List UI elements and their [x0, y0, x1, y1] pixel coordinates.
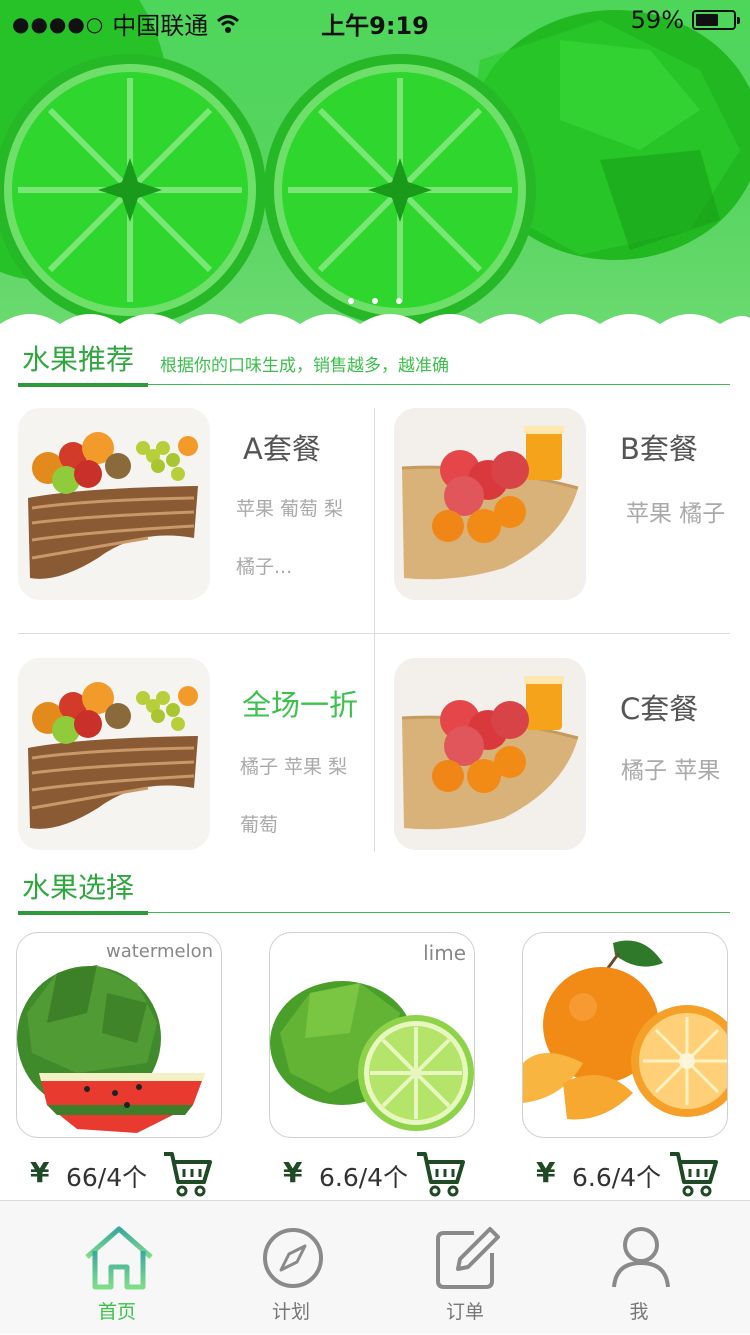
recommend-subtitle: 根据你的口味生成，销售越多，越准确 [160, 356, 449, 376]
status-bar: ●●●●○ 中国联通 上午9:19 59% [0, 0, 750, 40]
package-desc: 苹果 葡萄 梨 橘子... [236, 498, 344, 578]
price-row: ¥ 66/4个 [16, 1150, 222, 1198]
lime-banner-image [0, 0, 750, 326]
title-underline [18, 383, 148, 387]
pager-dot[interactable] [396, 298, 402, 304]
tab-bar: 首页 计划 订单 我 [0, 1200, 750, 1334]
price-row: ¥ 6.6/4个 [269, 1150, 475, 1198]
package-desc: 苹果 橘子 [626, 501, 726, 527]
select-title: 水果选择 [22, 871, 135, 904]
package-card-c[interactable]: C套餐 橘子 苹果 [375, 634, 731, 859]
scallop-divider [0, 314, 750, 330]
price-row: ¥ 6.6/4个 [522, 1150, 728, 1198]
fruit-bowl-image [18, 658, 210, 850]
lime-image[interactable]: lime [269, 932, 475, 1138]
orange-image[interactable] [522, 932, 728, 1138]
recommend-grid: A套餐 苹果 葡萄 梨 橘子... B套餐 苹果 橘子 全场一折 橘子 苹果 梨… [18, 408, 730, 852]
tab-label: 计划 [271, 1301, 310, 1323]
tab-orders[interactable]: 订单 [390, 1201, 540, 1335]
recommend-header: 水果推荐 根据你的口味生成，销售越多，越准确 [18, 340, 730, 387]
fruit-plate-image [394, 408, 586, 600]
package-name: C套餐 [620, 692, 699, 726]
watermelon-image[interactable]: watermelon [16, 932, 222, 1138]
fruit-price: 66/4个 [66, 1163, 148, 1192]
cart-icon[interactable] [162, 1150, 212, 1198]
recommend-title: 水果推荐 [22, 343, 135, 376]
tab-label: 我 [629, 1301, 649, 1323]
home-icon [85, 1226, 153, 1290]
battery-percent: 59% [630, 6, 684, 34]
package-name: B套餐 [620, 432, 698, 466]
fruit-bowl-image [18, 408, 210, 600]
tab-home[interactable]: 首页 [42, 1201, 192, 1335]
discount-card[interactable]: 全场一折 橘子 苹果 梨 葡萄 [18, 634, 374, 859]
fruit-plate-image [394, 658, 586, 850]
package-desc: 橘子 苹果 梨 葡萄 [240, 756, 348, 836]
package-name: A套餐 [243, 432, 321, 466]
currency-symbol: ¥ [30, 1156, 50, 1189]
package-card-a[interactable]: A套餐 苹果 葡萄 梨 橘子... [18, 408, 374, 633]
pager-dot[interactable] [348, 298, 354, 304]
banner-carousel[interactable]: ●●●●○ 中国联通 上午9:19 59% [0, 0, 750, 330]
fruit-price: 6.6/4个 [572, 1163, 662, 1192]
tab-label: 首页 [97, 1301, 136, 1323]
currency-symbol: ¥ [283, 1156, 303, 1189]
carousel-pager[interactable] [0, 298, 750, 304]
tab-plan[interactable]: 计划 [216, 1201, 366, 1335]
fruit-list: watermelon ¥ 66/4个 lime ¥ 6.6/4个 ¥ 6.6/4… [16, 932, 730, 1197]
select-header: 水果选择 [18, 868, 730, 915]
currency-symbol: ¥ [536, 1156, 556, 1189]
package-card-b[interactable]: B套餐 苹果 橘子 [375, 408, 731, 633]
discount-title: 全场一折 [242, 688, 359, 722]
title-underline [18, 911, 148, 915]
tab-me[interactable]: 我 [564, 1201, 714, 1335]
edit-icon [436, 1227, 500, 1289]
tab-label: 订单 [445, 1301, 484, 1323]
package-desc: 橘子 苹果 [621, 758, 721, 784]
battery-icon [692, 10, 740, 30]
cart-icon[interactable] [668, 1150, 718, 1198]
fruit-tag: lime [423, 941, 466, 965]
fruit-price: 6.6/4个 [319, 1163, 409, 1192]
compass-icon [263, 1228, 323, 1288]
fruit-tag: watermelon [106, 941, 213, 962]
pager-dot[interactable] [372, 298, 378, 304]
user-icon [612, 1227, 670, 1288]
cart-icon[interactable] [415, 1150, 465, 1198]
